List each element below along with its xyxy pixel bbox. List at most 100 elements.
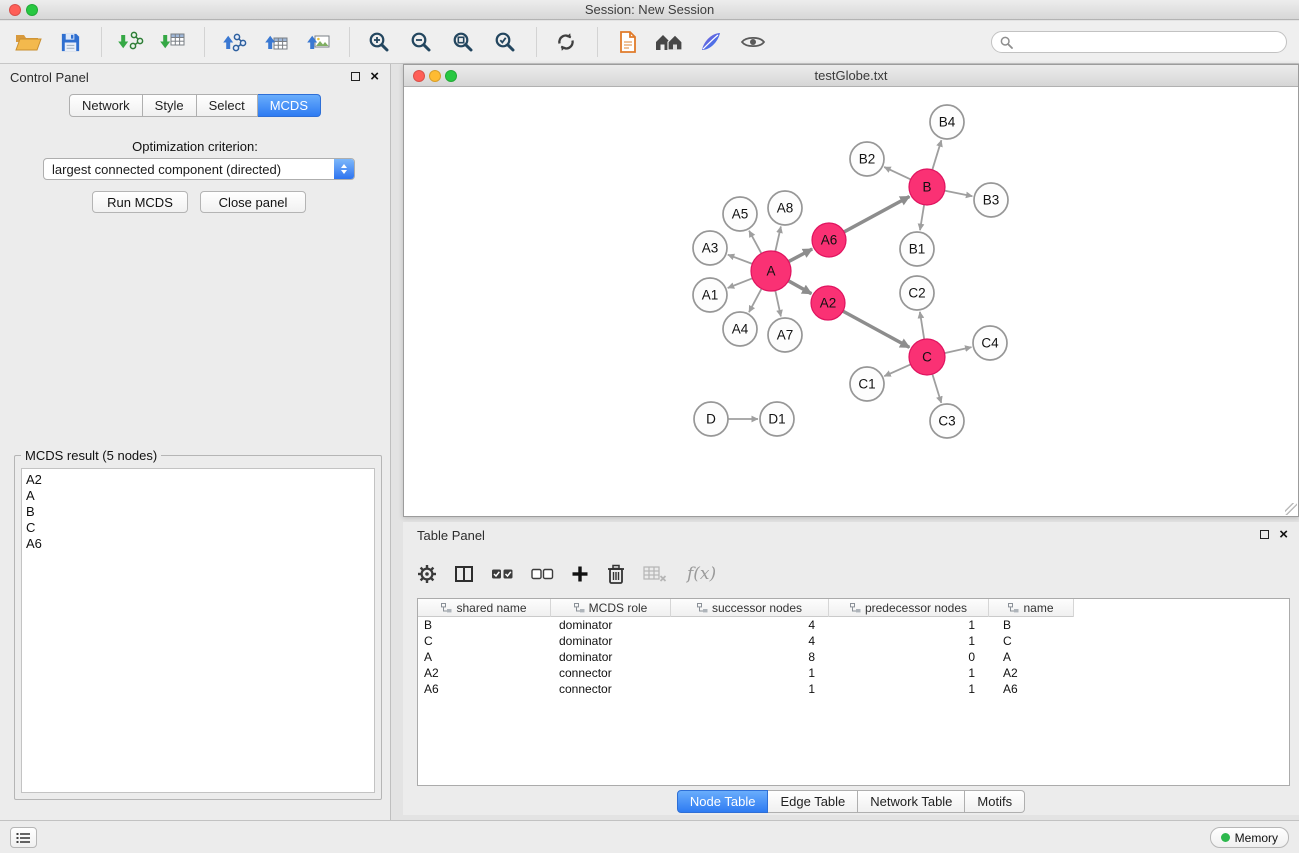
result-item[interactable]: A6 (26, 536, 370, 552)
edge-C-C1[interactable] (884, 364, 910, 376)
table-settings-button[interactable] (417, 564, 437, 584)
network-canvas[interactable]: B4B2BB3A5A8A6B1A3AA1A2C2A4A7C4CC1C3DD1 (404, 88, 1298, 517)
edge-C-C4[interactable] (945, 347, 972, 353)
list-icon (16, 832, 31, 844)
open-folder-icon (14, 30, 42, 54)
sort-hierarchy-icon (850, 603, 861, 613)
tab-motifs[interactable]: Motifs (965, 790, 1025, 813)
node-table[interactable]: shared nameMCDS rolesuccessor nodesprede… (417, 598, 1290, 786)
edge-C-C3[interactable] (932, 374, 941, 403)
search-input[interactable] (1018, 35, 1278, 50)
control-panel-float-button[interactable] (351, 72, 360, 81)
tab-edge-table[interactable]: Edge Table (768, 790, 858, 813)
export-image-button[interactable] (298, 24, 338, 60)
search-box[interactable] (991, 31, 1287, 53)
open-session-button[interactable] (8, 24, 48, 60)
close-panel-button[interactable]: Close panel (200, 191, 306, 213)
column-header-predecessor-nodes[interactable]: predecessor nodes (829, 599, 989, 617)
zoom-selected-button[interactable] (485, 24, 525, 60)
edge-B-B3[interactable] (945, 191, 973, 197)
select-all-button[interactable] (491, 567, 514, 581)
edge-A-A1[interactable] (728, 278, 753, 288)
zoom-out-button[interactable] (401, 24, 441, 60)
node-label-C2: C2 (908, 286, 925, 301)
memory-status-dot-icon (1221, 833, 1230, 842)
table-panel-close-button[interactable]: × (1279, 526, 1288, 544)
sort-hierarchy-icon (574, 603, 585, 613)
delete-selected-button[interactable] (606, 563, 626, 585)
edge-A-A8[interactable] (775, 227, 781, 252)
document-button[interactable] (607, 24, 647, 60)
table-panel-title: Table Panel (417, 528, 485, 543)
show-columns-button[interactable] (454, 565, 474, 583)
network-minimize-button[interactable] (429, 70, 441, 82)
main-toolbar (0, 21, 1299, 64)
memory-button[interactable]: Memory (1210, 827, 1289, 848)
edge-A-A6[interactable] (789, 249, 813, 262)
show-graphics-button[interactable] (733, 24, 773, 60)
apply-style-button[interactable] (691, 24, 731, 60)
homes-icon (655, 30, 683, 54)
edge-A-A3[interactable] (728, 255, 753, 264)
table-row[interactable]: A2connector11A2 (418, 665, 1074, 681)
result-item[interactable]: A2 (26, 472, 370, 488)
edge-A-A4[interactable] (749, 289, 762, 313)
result-item[interactable]: B (26, 504, 370, 520)
export-table-button[interactable] (256, 24, 296, 60)
tab-network[interactable]: Network (69, 94, 143, 117)
network-window-titlebar[interactable]: testGlobe.txt (404, 65, 1298, 87)
tab-node-table[interactable]: Node Table (677, 790, 769, 813)
zoom-in-button[interactable] (359, 24, 399, 60)
edge-B-B4[interactable] (932, 140, 941, 170)
edge-B-B2[interactable] (884, 167, 911, 179)
app-titlebar[interactable]: Session: New Session (0, 0, 1299, 20)
edge-A2-C[interactable] (843, 311, 910, 347)
edge-A-A2[interactable] (788, 281, 811, 294)
delete-table-button[interactable] (643, 564, 667, 584)
export-network-button[interactable] (214, 24, 254, 60)
create-column-button[interactable] (571, 565, 589, 583)
import-table-button[interactable] (153, 24, 193, 60)
resize-grip-icon[interactable] (1285, 503, 1297, 515)
result-item[interactable]: C (26, 520, 370, 536)
function-builder-button[interactable]: f(x) (684, 564, 716, 584)
edge-A-A5[interactable] (749, 231, 761, 254)
show-panel-list-button[interactable] (10, 827, 37, 848)
toolbar-separator (204, 27, 205, 57)
network-close-button[interactable] (413, 70, 425, 82)
table-row[interactable]: Cdominator41C (418, 633, 1074, 649)
home-layout-button[interactable] (649, 24, 689, 60)
column-header-successor-nodes[interactable]: successor nodes (671, 599, 829, 617)
deselect-all-button[interactable] (531, 567, 554, 581)
mcds-result-list[interactable]: A2ABCA6 (21, 468, 375, 793)
table-row[interactable]: Adominator80A (418, 649, 1074, 665)
table-row[interactable]: Bdominator41B (418, 617, 1074, 633)
edge-C-C2[interactable] (920, 312, 924, 339)
table-panel-float-button[interactable] (1260, 530, 1269, 539)
zoom-selected-icon (493, 30, 517, 54)
tab-mcds[interactable]: MCDS (258, 94, 321, 117)
control-panel-close-button[interactable]: × (370, 68, 379, 86)
import-network-button[interactable] (111, 24, 151, 60)
refresh-view-button[interactable] (546, 24, 586, 60)
column-header-shared-name[interactable]: shared name (418, 599, 551, 617)
node-table-header: shared nameMCDS rolesuccessor nodesprede… (418, 599, 1074, 617)
edge-A-A7[interactable] (775, 291, 781, 317)
tab-style[interactable]: Style (143, 94, 197, 117)
criterion-dropdown[interactable]: largest connected component (directed) (43, 158, 355, 180)
column-header-name[interactable]: name (989, 599, 1074, 617)
zoom-fit-button[interactable] (443, 24, 483, 60)
table-row[interactable]: A6connector11A6 (418, 681, 1074, 697)
tab-select[interactable]: Select (197, 94, 258, 117)
edge-B-B1[interactable] (920, 205, 924, 230)
save-session-button[interactable] (50, 24, 90, 60)
tab-network-table[interactable]: Network Table (858, 790, 965, 813)
network-zoom-button[interactable] (445, 70, 457, 82)
close-window-button[interactable] (9, 4, 21, 16)
run-mcds-button[interactable]: Run MCDS (92, 191, 188, 213)
result-item[interactable]: A (26, 488, 370, 504)
network-canvas-container[interactable]: B4B2BB3A5A8A6B1A3AA1A2C2A4A7C4CC1C3DD1 (404, 88, 1298, 516)
zoom-window-button[interactable] (26, 4, 38, 16)
column-header-mcds-role[interactable]: MCDS role (551, 599, 671, 617)
edge-A6-B[interactable] (844, 197, 909, 232)
